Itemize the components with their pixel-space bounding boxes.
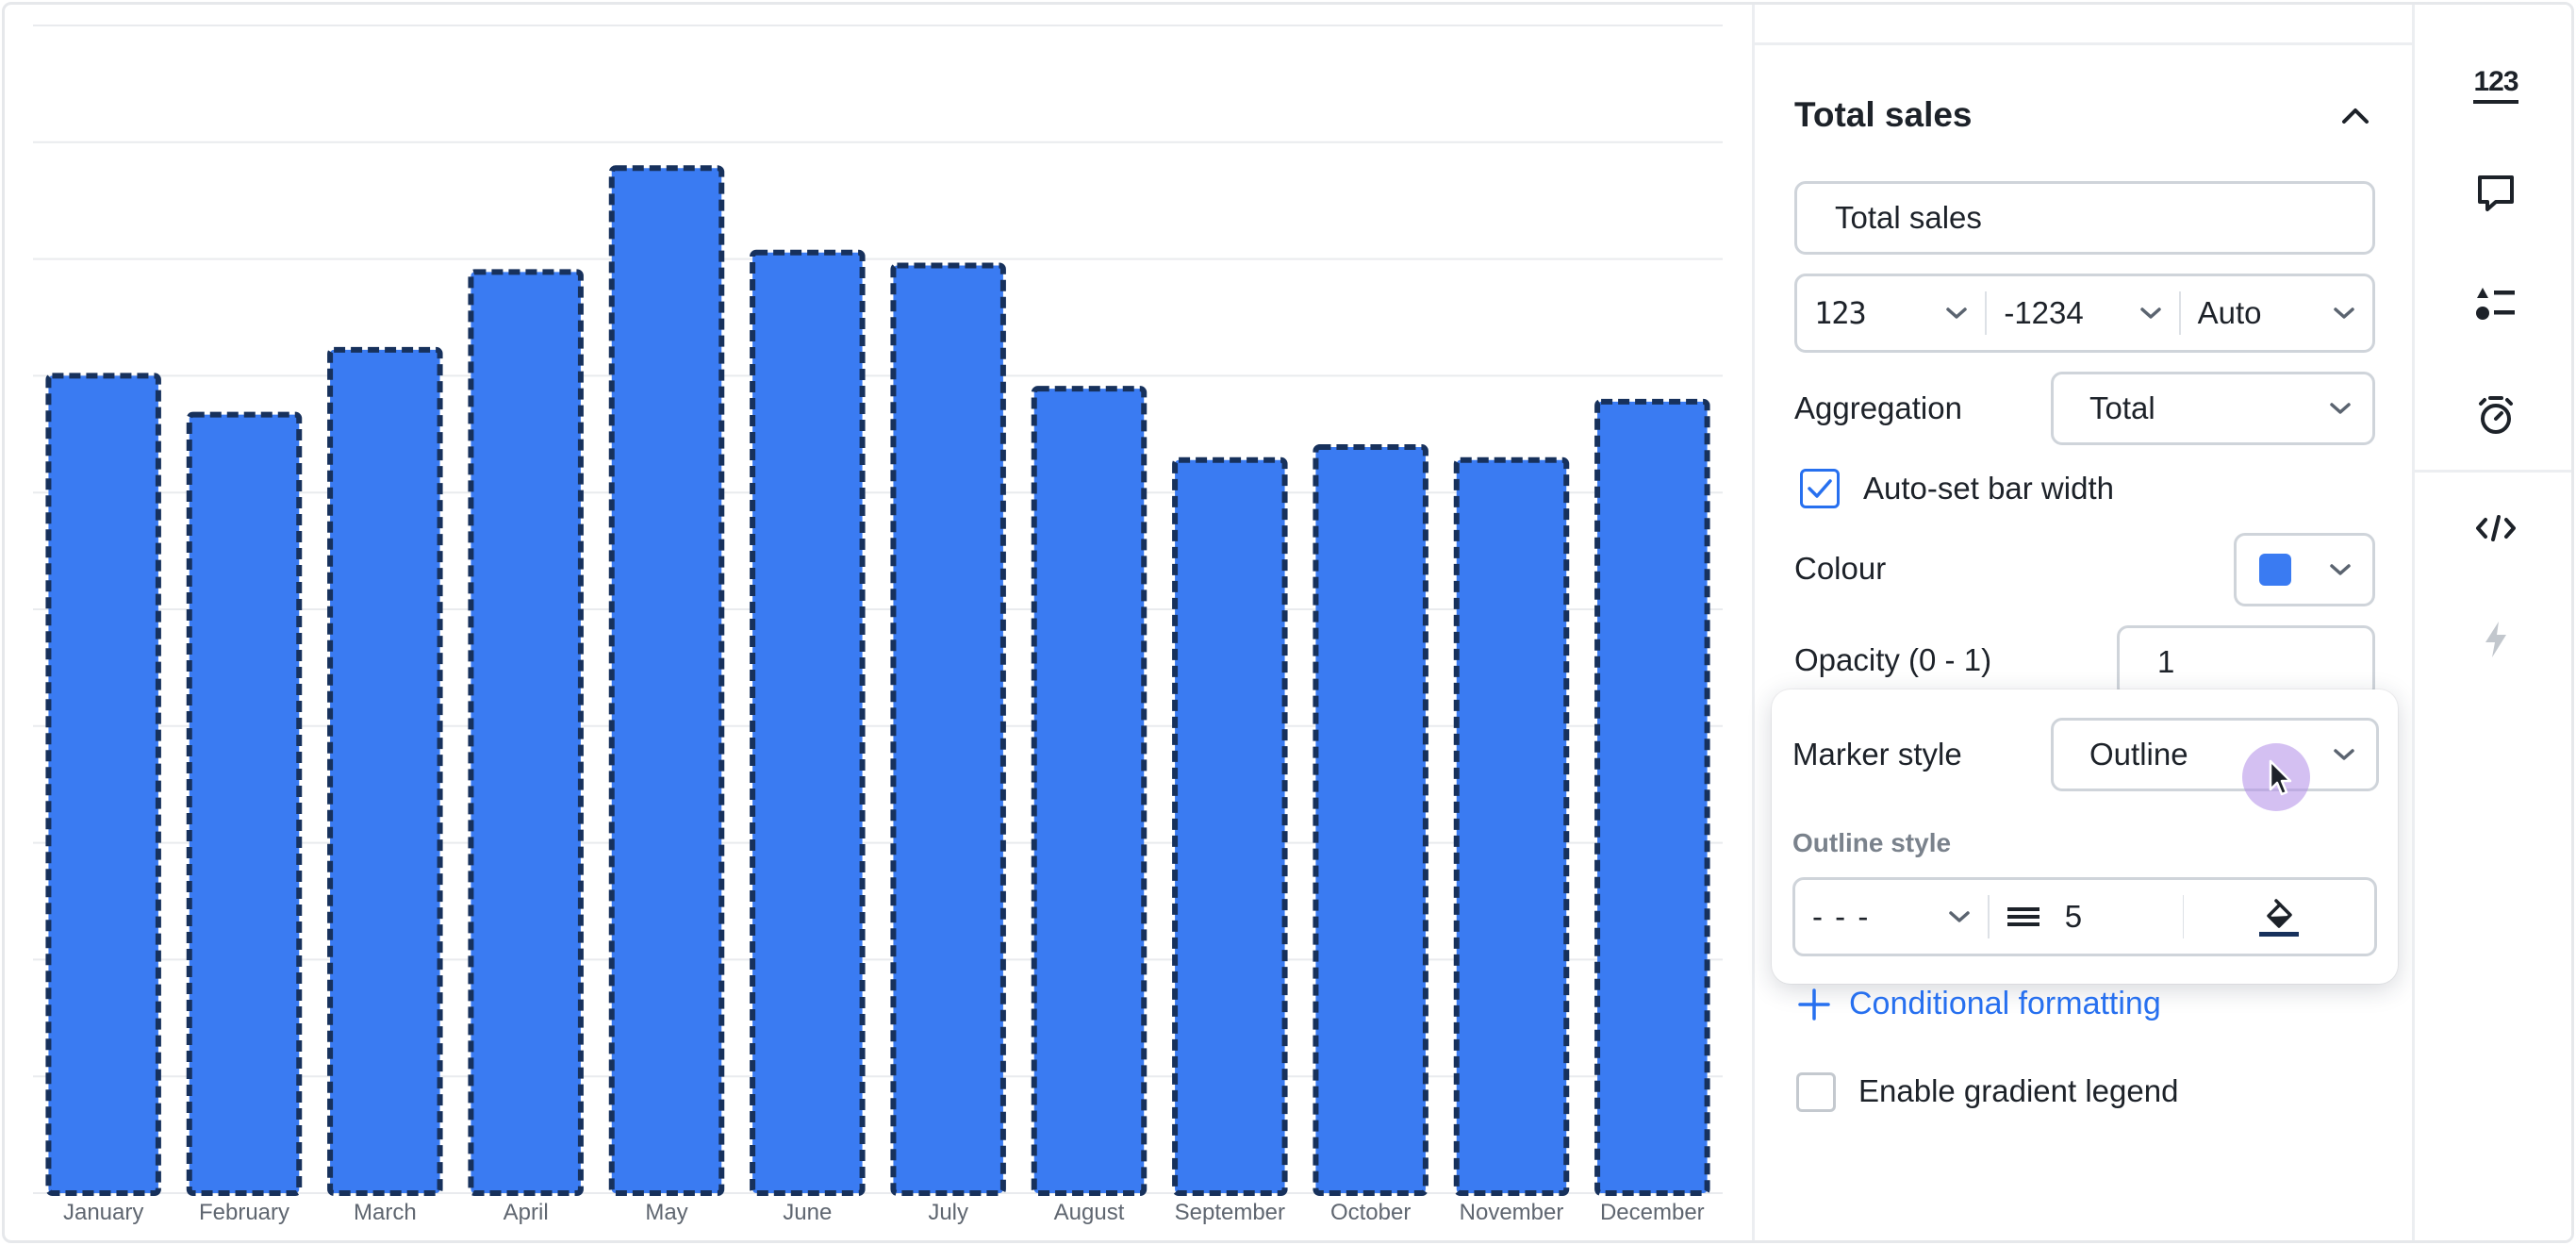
x-tick-label: May <box>645 1200 687 1225</box>
divider <box>1755 42 2412 45</box>
line-colour-picker[interactable] <box>2184 880 2374 954</box>
chevron-down-icon <box>2334 307 2354 319</box>
alert-icon <box>2479 396 2513 434</box>
bar <box>1172 456 1288 1196</box>
chevron-down-icon <box>2334 749 2354 760</box>
bar <box>608 165 725 1196</box>
bar <box>468 269 584 1197</box>
divider <box>2415 470 2571 473</box>
chevron-down-icon <box>2139 307 2161 319</box>
aggregation-value: Total <box>2089 390 2155 425</box>
negative-format-value: -1234 <box>2004 295 2084 330</box>
chevron-down-icon <box>2330 564 2351 575</box>
bar <box>327 346 443 1196</box>
bar <box>1313 444 1428 1196</box>
line-width-input[interactable]: 5 <box>1990 880 2183 954</box>
mouse-pointer-icon <box>2269 759 2292 796</box>
line-width-value: 5 <box>2064 899 2083 934</box>
bar <box>750 249 866 1196</box>
x-tick-label: June <box>783 1200 832 1225</box>
section-title: Total sales <box>1794 95 1973 134</box>
x-tick-label: August <box>1054 1200 1125 1225</box>
x-tick-label: October <box>1330 1200 1411 1225</box>
number-format-select[interactable]: 123 <box>1797 276 1985 350</box>
settings-panel: Total sales Total sales 123 -1234 Auto A… <box>1752 5 2412 1240</box>
marker-style-popover: Marker style Outline Outline style - - -… <box>1772 689 2398 984</box>
opacity-label: Opacity (0 - 1) <box>1794 642 1992 677</box>
line-style-value: - - - <box>1812 899 1871 934</box>
chevron-down-icon <box>1949 911 1970 922</box>
chevron-up-icon <box>2342 108 2369 124</box>
conditional-formatting-label: Conditional formatting <box>1849 986 2161 1021</box>
numbers-icon: 123 <box>2473 66 2519 104</box>
embed-code-button[interactable] <box>2415 486 2571 571</box>
outline-style-row: - - - 5 <box>1792 877 2377 956</box>
bar <box>45 373 161 1196</box>
opacity-input[interactable]: 1 <box>2117 625 2375 699</box>
marker-style-value: Outline <box>2089 737 2188 772</box>
bar-chart: January February March April May June July Augu… <box>5 5 1752 1240</box>
marker-style-select[interactable]: Outline <box>2051 718 2379 791</box>
x-tick-label: November <box>1460 1200 1564 1225</box>
comment-button[interactable] <box>2415 151 2571 236</box>
plus-icon <box>1798 988 1830 1021</box>
units-select[interactable]: Auto <box>2181 276 2372 350</box>
checkmark-icon <box>1808 479 1832 498</box>
aggregation-label: Aggregation <box>1794 390 1962 425</box>
x-tick-label: March <box>354 1200 417 1225</box>
colour-label: Colour <box>1794 551 1887 586</box>
collapse-button[interactable] <box>2332 91 2379 139</box>
paint-bucket-icon <box>2259 899 2300 937</box>
bar <box>1594 398 1710 1196</box>
lightning-icon <box>2485 622 2506 657</box>
list-settings-icon <box>2476 288 2515 320</box>
bar <box>1031 386 1148 1196</box>
colour-picker[interactable] <box>2234 533 2375 606</box>
outline-style-label: Outline style <box>1792 828 1952 857</box>
series-name-value: Total sales <box>1835 200 1982 235</box>
marker-style-label: Marker style <box>1792 737 1962 772</box>
bar <box>890 262 1006 1196</box>
series-name-input[interactable]: Total sales <box>1794 181 2375 255</box>
chevron-down-icon <box>1946 307 1968 319</box>
lightning-button[interactable] <box>2415 597 2571 682</box>
embed-code-icon <box>2476 515 2516 541</box>
gradient-legend-label: Enable gradient legend <box>1858 1073 2179 1108</box>
x-tick-label: July <box>928 1200 968 1225</box>
line-width-icon <box>2006 907 2039 926</box>
gradient-legend-checkbox[interactable] <box>1796 1072 1836 1112</box>
chart-canvas: January February March April May June July Augu… <box>33 25 1723 1225</box>
number-format-icon: 123 <box>1814 295 1867 331</box>
numbers-button[interactable]: 123 <box>2415 42 2571 127</box>
bar <box>1453 456 1570 1196</box>
section-header: Total sales <box>1794 91 2379 139</box>
comment-icon <box>2478 175 2514 211</box>
colour-swatch <box>2259 554 2291 586</box>
line-style-select[interactable]: - - - <box>1795 880 1988 954</box>
x-tick-label: January <box>63 1200 143 1225</box>
opacity-value: 1 <box>2157 644 2175 679</box>
auto-bar-width-checkbox[interactable] <box>1800 469 1840 508</box>
aggregation-select[interactable]: Total <box>2051 372 2375 445</box>
units-value: Auto <box>2197 295 2262 330</box>
add-conditional-formatting-link[interactable]: Conditional formatting <box>1798 986 2161 1022</box>
x-tick-label: December <box>1600 1200 1705 1225</box>
alert-button[interactable] <box>2415 373 2571 457</box>
negative-format-select[interactable]: -1234 <box>1987 276 2178 350</box>
x-tick-label: April <box>504 1200 549 1225</box>
auto-bar-width-label: Auto-set bar width <box>1863 471 2114 506</box>
list-settings-button[interactable] <box>2415 261 2571 346</box>
icon-rail: 123 <box>2412 5 2571 1240</box>
x-tick-label: February <box>199 1200 289 1225</box>
number-format-row: 123 -1234 Auto <box>1794 274 2375 353</box>
bar <box>186 411 303 1196</box>
app-frame: January February March April May June July Augu… <box>2 2 2574 1243</box>
x-tick-label: September <box>1175 1200 1285 1225</box>
chevron-down-icon <box>2330 403 2351 414</box>
